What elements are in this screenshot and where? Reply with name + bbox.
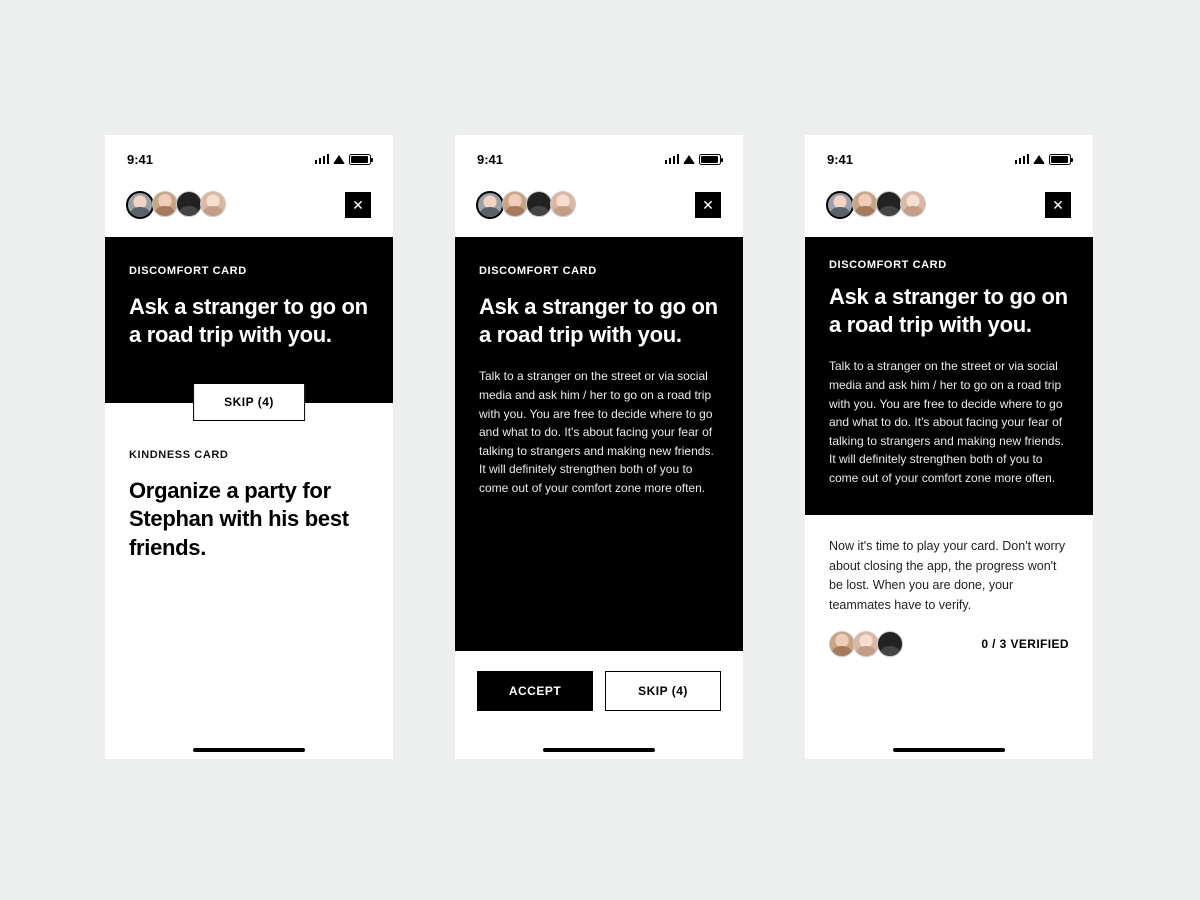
status-bar: 9:41 [805,143,1093,175]
close-icon: ✕ [352,198,364,212]
discomfort-card: DISCOMFORT CARD Ask a stranger to go on … [805,237,1093,515]
wifi-icon [1033,155,1045,164]
phone-screen-2: 9:41 ✕ DISCOMFORT CARD Ask a stranger to… [455,135,743,759]
avatar[interactable] [876,191,902,217]
skip-button[interactable]: SKIP (4) [193,383,305,421]
avatar[interactable] [900,191,926,217]
action-buttons: ACCEPT SKIP (4) [455,651,743,711]
card-title: Ask a stranger to go on a road trip with… [129,293,369,349]
card-label: KINDNESS CARD [129,449,369,461]
battery-icon [1049,154,1071,165]
avatar[interactable] [852,191,878,217]
close-button[interactable]: ✕ [345,192,371,218]
discomfort-card: DISCOMFORT CARD Ask a stranger to go on … [455,237,743,651]
header: ✕ [105,175,393,237]
card-label: DISCOMFORT CARD [479,265,719,277]
skip-button[interactable]: SKIP (4) [605,671,721,711]
close-button[interactable]: ✕ [1045,192,1071,218]
wifi-icon [683,155,695,164]
accept-button[interactable]: ACCEPT [477,671,593,711]
card-body: Talk to a stranger on the street or via … [479,367,719,497]
player-avatars[interactable] [477,191,574,219]
avatar[interactable] [176,191,202,217]
cellular-icon [315,154,330,164]
home-indicator[interactable] [543,748,655,752]
status-icons [665,154,722,165]
avatar[interactable] [877,631,903,657]
close-button[interactable]: ✕ [695,192,721,218]
status-time: 9:41 [127,152,153,167]
card-body: Talk to a stranger on the street or via … [829,357,1069,487]
play-instructions: Now it's time to play your card. Don't w… [805,515,1093,631]
verified-count: 0 / 3 VERIFIED [981,637,1069,651]
header: ✕ [455,175,743,237]
phone-screen-3: 9:41 ✕ DISCOMFORT CARD Ask a stranger to… [805,135,1093,759]
header: ✕ [805,175,1093,237]
home-indicator[interactable] [893,748,1005,752]
battery-icon [699,154,721,165]
card-title: Ask a stranger to go on a road trip with… [479,293,719,349]
status-bar: 9:41 [105,143,393,175]
cellular-icon [1015,154,1030,164]
cellular-icon [665,154,680,164]
close-icon: ✕ [702,198,714,212]
avatar-current[interactable] [826,191,854,219]
avatar[interactable] [200,191,226,217]
avatar[interactable] [829,631,855,657]
status-icons [315,154,372,165]
player-avatars[interactable] [127,191,224,219]
avatar[interactable] [526,191,552,217]
avatar[interactable] [550,191,576,217]
avatar-current[interactable] [126,191,154,219]
avatar[interactable] [502,191,528,217]
status-time: 9:41 [477,152,503,167]
avatar-current[interactable] [476,191,504,219]
player-avatars[interactable] [827,191,924,219]
teammate-avatars[interactable] [829,631,901,657]
avatar[interactable] [152,191,178,217]
card-title: Ask a stranger to go on a road trip with… [829,283,1069,339]
kindness-card: KINDNESS CARD Organize a party for Steph… [105,403,393,585]
phone-screen-1: 9:41 ✕ DISCOMFORT CARD Ask a stranger to… [105,135,393,759]
verification-row: 0 / 3 VERIFIED [805,631,1093,657]
status-time: 9:41 [827,152,853,167]
avatar[interactable] [853,631,879,657]
close-icon: ✕ [1052,198,1064,212]
status-icons [1015,154,1072,165]
discomfort-card: DISCOMFORT CARD Ask a stranger to go on … [105,237,393,403]
card-label: DISCOMFORT CARD [129,265,369,277]
wifi-icon [333,155,345,164]
home-indicator[interactable] [193,748,305,752]
card-label: DISCOMFORT CARD [829,259,1069,271]
status-bar: 9:41 [455,143,743,175]
battery-icon [349,154,371,165]
card-title: Organize a party for Stephan with his be… [129,477,369,561]
